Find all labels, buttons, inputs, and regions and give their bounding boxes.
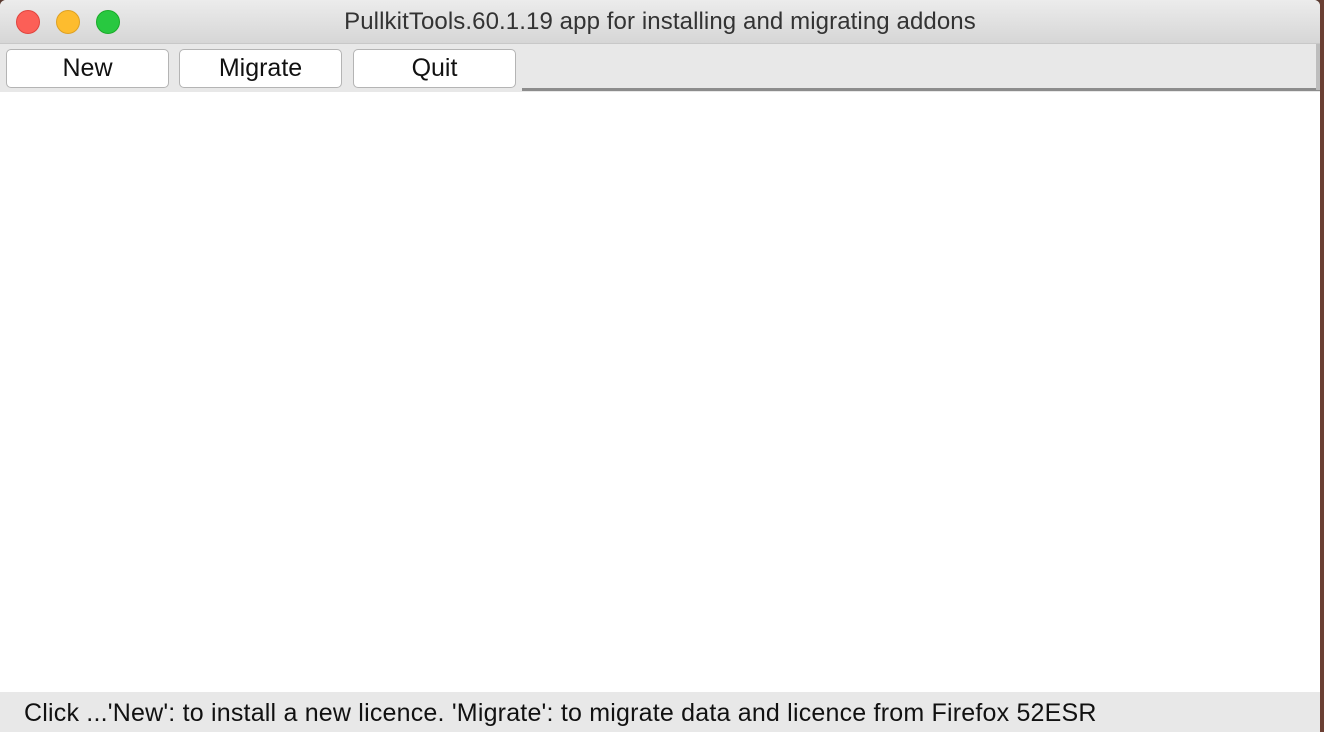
status-message: Click ...'New': to install a new licence… xyxy=(24,699,1097,727)
desktop-background xyxy=(1320,0,1324,732)
main-content-area xyxy=(0,92,1320,692)
migrate-button[interactable]: Migrate xyxy=(179,49,342,88)
toolbar-divider xyxy=(522,88,1320,91)
quit-button[interactable]: Quit xyxy=(353,49,516,88)
status-bar: Click ...'New': to install a new licence… xyxy=(0,692,1320,732)
toolbar-edge-divider xyxy=(1316,44,1320,90)
window-title: PullkitTools.60.1.19 app for installing … xyxy=(344,8,976,35)
new-button[interactable]: New xyxy=(6,49,169,88)
app-window: PullkitTools.60.1.19 app for installing … xyxy=(0,0,1320,732)
title-bar[interactable]: PullkitTools.60.1.19 app for installing … xyxy=(0,0,1320,44)
